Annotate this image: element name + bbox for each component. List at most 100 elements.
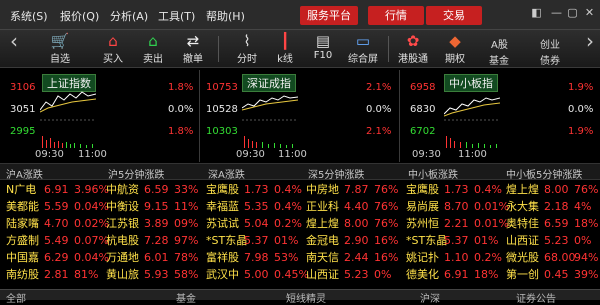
bottom-tab[interactable]: 短线精灵 <box>286 290 326 305</box>
list-item[interactable]: 陆家嘴 4.70 0.02% <box>6 215 109 232</box>
list-item[interactable]: 宝鹰股 1.73 0.4% <box>206 181 302 198</box>
stock-name: 煌上煌 <box>306 217 339 230</box>
menu-analysis[interactable]: 分析(A) <box>110 8 148 24</box>
list-item[interactable]: 万通地 6.01 78% <box>106 249 200 266</box>
quote-button[interactable]: 行情 <box>368 6 424 25</box>
section-sme[interactable]: 中小板涨跌 <box>408 166 458 181</box>
stock-price: 0.45 <box>544 268 569 281</box>
time-mid: 11:00 <box>458 149 487 160</box>
close-icon[interactable]: ✕ <box>583 6 596 19</box>
bond-link[interactable]: 债券 <box>540 52 560 67</box>
list-item[interactable]: N广电 6.91 3.96% <box>6 181 109 198</box>
buy-button[interactable]: ⌂ 买入 <box>96 32 130 66</box>
list-item[interactable]: 中国嘉 6.29 0.04% <box>6 249 109 266</box>
minimize-icon[interactable]: — <box>550 6 563 19</box>
stock-name: 南纺股 <box>6 268 39 281</box>
list-item[interactable]: 南天信 2.44 16% <box>306 249 400 266</box>
list-item[interactable]: 武汉中 5.00 0.45% <box>206 266 309 283</box>
list-item[interactable]: 中房地 7.87 76% <box>306 181 400 198</box>
list-item[interactable]: 永大集 2.18 4% <box>506 198 600 215</box>
list-item[interactable]: 德美化 6.91 18% <box>406 266 500 283</box>
watchlist-button[interactable]: 🛒 自选 <box>43 32 77 66</box>
list-item[interactable]: 煌上煌 8.00 76% <box>306 215 400 232</box>
bottom-tab[interactable]: 沪深 <box>420 290 440 305</box>
list-item[interactable]: 第一创 0.45 39% <box>506 266 600 283</box>
trade-button[interactable]: 交易 <box>426 6 482 25</box>
stock-name: 苏试试 <box>206 217 239 230</box>
fund-link[interactable]: 基金 <box>489 52 509 67</box>
list-item[interactable]: *ST东晶 5.37 01% <box>406 232 500 249</box>
monitor-icon: ▭ <box>355 32 371 50</box>
list-item[interactable]: 苏州恒 2.21 0.01% <box>406 215 509 232</box>
cancel-order-button[interactable]: ⇄ 撤单 <box>176 32 210 66</box>
section-sme-5min[interactable]: 中小板5分钟涨跌 <box>506 166 582 181</box>
back-icon[interactable]: ‹ <box>4 31 24 66</box>
hk-connect-button[interactable]: ✿ 港股通 <box>396 32 430 66</box>
list-item[interactable]: 中衡设 9.15 11% <box>106 198 200 215</box>
stock-price: 1.73 <box>244 183 269 196</box>
sme-index-panel[interactable]: 中小板指 6958 6830 6702 1.9% 0.0% 1.9% 09:30… <box>400 70 600 162</box>
stock-name: 中国嘉 <box>6 251 39 264</box>
stock-name: 易尚展 <box>406 200 439 213</box>
section-sz-a[interactable]: 深A涨跌 <box>208 166 245 181</box>
stock-name: 奥特佳 <box>506 217 539 230</box>
list-item[interactable]: 姚记扑 1.10 0.2% <box>406 249 502 266</box>
menu-help[interactable]: 帮助(H) <box>206 8 245 24</box>
list-item[interactable]: 微光股 68.00 94% <box>506 249 600 266</box>
list-item[interactable]: 富祥股 7.98 53% <box>206 249 300 266</box>
stock-change: 0.4% <box>274 183 302 196</box>
list-item[interactable]: 黄山旅 5.93 58% <box>106 266 200 283</box>
timeline-button[interactable]: ⌇ 分时 <box>230 32 264 66</box>
stock-price: 8.70 <box>444 200 469 213</box>
f10-button[interactable]: ▤ F10 <box>306 32 340 66</box>
list-item[interactable]: 宝鹰股 1.73 0.4% <box>406 181 502 198</box>
stock-change: 39% <box>574 268 599 281</box>
sell-button[interactable]: ⌂ 卖出 <box>136 32 170 66</box>
restore-icon[interactable]: ◧ <box>530 6 543 19</box>
list-item[interactable]: 山西证 5.23 0% <box>306 266 400 283</box>
list-item[interactable]: *ST东晶 5.37 01% <box>206 232 300 249</box>
list-item[interactable]: 中航资 6.59 33% <box>106 181 200 198</box>
kline-button[interactable]: ┃ k线 <box>268 32 302 66</box>
list-item[interactable]: 方盛制 5.49 0.07% <box>6 232 109 249</box>
section-sh-5min[interactable]: 沪5分钟涨跌 <box>108 166 164 181</box>
toolbar: ‹ 🛒 自选 ⌂ 买入 ⌂ 卖出 ⇄ 撤单 ⌇ 分时 ┃ k线 ▤ F10 ▭ 综合屏 ✿ 港股通… <box>0 30 600 68</box>
list-item[interactable]: 幸福蓝 5.35 0.4% <box>206 198 302 215</box>
list-item[interactable]: 山西证 5.23 0% <box>506 232 600 249</box>
list-item[interactable]: 南纺股 2.81 81% <box>6 266 100 283</box>
list-item[interactable]: 奥特佳 6.59 18% <box>506 215 600 232</box>
stock-name: 宝鹰股 <box>406 183 439 196</box>
list-item[interactable]: 易尚展 8.70 0.01% <box>406 198 509 215</box>
sh-index-panel[interactable]: 上证指数 3106 3051 2995 1.8% 0.0% 1.8% 09:30… <box>0 70 200 162</box>
forward-icon[interactable]: › <box>580 31 600 66</box>
stock-name: 中衡设 <box>106 200 139 213</box>
a-share-link[interactable]: A股 <box>491 36 508 51</box>
list-item[interactable]: 江苏银 3.89 09% <box>106 215 200 232</box>
options-button[interactable]: ◆ 期权 <box>438 32 472 66</box>
bottom-tab[interactable]: 证券公告 <box>516 290 556 305</box>
bottom-tab[interactable]: 基金 <box>176 290 196 305</box>
list-item[interactable]: 杭电股 7.28 97% <box>106 232 200 249</box>
maximize-icon[interactable]: ▢ <box>566 6 579 19</box>
list-item[interactable]: 美都能 5.59 0.04% <box>6 198 109 215</box>
stock-name: 永大集 <box>506 200 539 213</box>
menu-tools[interactable]: 工具(T) <box>158 8 195 24</box>
stock-change: 0% <box>374 268 392 281</box>
sz-index-panel[interactable]: 深证成指 10753 10528 10303 2.1% 0.0% 2.1% 09… <box>200 70 400 162</box>
list-item[interactable]: 煌上煌 8.00 76% <box>506 181 600 198</box>
list-item[interactable]: 苏试试 5.04 0.2% <box>206 215 302 232</box>
bottom-tab[interactable]: 全部 <box>6 290 26 305</box>
list-item[interactable]: 金冠电 2.90 16% <box>306 232 400 249</box>
stock-change: 76% <box>374 183 399 196</box>
chinext-link[interactable]: 创业 <box>540 36 560 51</box>
section-sh-a[interactable]: 沪A涨跌 <box>6 166 43 181</box>
stock-price: 1.10 <box>444 251 469 264</box>
combined-screen-button[interactable]: ▭ 综合屏 <box>346 32 380 66</box>
section-sz-5min[interactable]: 深5分钟涨跌 <box>308 166 364 181</box>
stock-name: 黄山旅 <box>106 268 139 281</box>
list-item[interactable]: 正业科 4.40 76% <box>306 198 400 215</box>
service-platform-button[interactable]: 服务平台 <box>300 6 358 25</box>
menu-system[interactable]: 系统(S) <box>10 8 48 24</box>
menu-quote[interactable]: 报价(Q) <box>60 8 99 24</box>
stock-name: 幸福蓝 <box>206 200 239 213</box>
